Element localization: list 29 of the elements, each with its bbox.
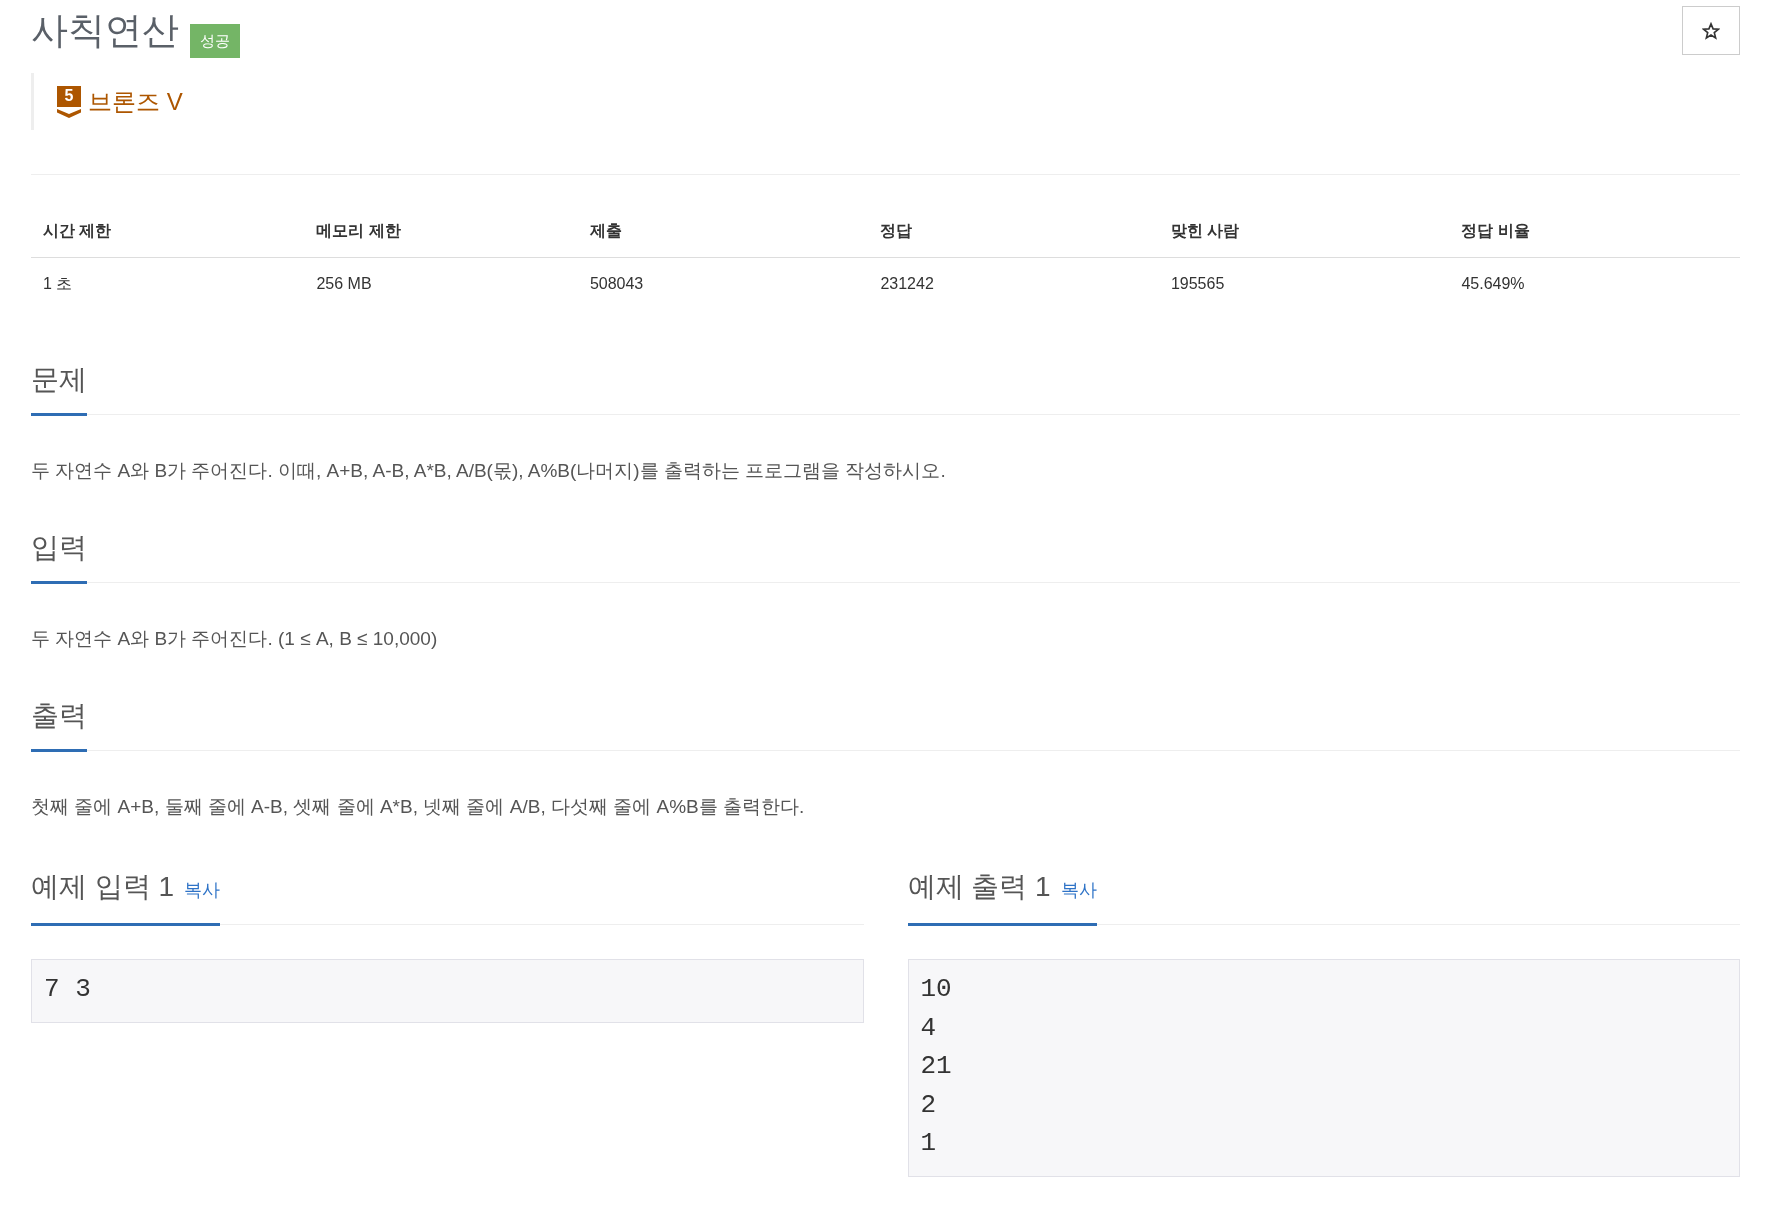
copy-link[interactable]: 복사: [184, 870, 221, 910]
table-cell: 45.649%: [1449, 257, 1740, 310]
column-header: 정답: [868, 205, 1159, 258]
section-text: 두 자연수 A와 B가 주어진다. (1 ≤ A, B ≤ 10,000): [31, 627, 439, 651]
column-header: 메모리 제한: [304, 205, 578, 258]
section-text: 두 자연수 A와 B가 주어진다. 이때, A+B, A-B, A*B, A/B(몫), A%B(나머지)를 출력하는 프로그램을 작성하시오.: [31, 459, 947, 483]
problem-title: 사칙연산: [31, 9, 179, 53]
table-cell: 508043: [577, 257, 869, 310]
copy-link[interactable]: 복사: [1060, 870, 1097, 910]
column-header: 정답 비율: [1449, 205, 1740, 258]
tier-link[interactable]: 브론즈 V: [88, 85, 183, 118]
table-cell: 256 MB: [304, 257, 578, 310]
table-cell: 1 초: [31, 257, 305, 310]
section-heading: 문제: [31, 360, 87, 416]
column-header: 시간 제한: [31, 205, 305, 258]
code-block: 7 3: [31, 959, 864, 1023]
status-badge: 성공: [190, 24, 240, 58]
column-header: 제출: [577, 205, 869, 258]
sample-heading: 예제 입력 1: [31, 870, 175, 904]
section-heading: 입력: [31, 528, 87, 584]
section-text: 첫째 줄에 A+B, 둘째 줄에 A-B, 셋째 줄에 A*B, 넷째 줄에 A/B, 다섯째 줄에 A%B를 출력한다.: [31, 795, 806, 819]
column-header: 맞힌 사람: [1158, 205, 1450, 258]
section-heading: 출력: [31, 696, 87, 752]
table-cell: 195565: [1158, 257, 1450, 310]
code-block: 10 4 21 2 1: [907, 959, 1740, 1177]
favorite-button[interactable]: [1682, 6, 1740, 55]
star-icon: [1702, 21, 1720, 40]
table-cell: 231242: [868, 257, 1159, 310]
sample-heading: 예제 출력 1: [907, 870, 1051, 904]
